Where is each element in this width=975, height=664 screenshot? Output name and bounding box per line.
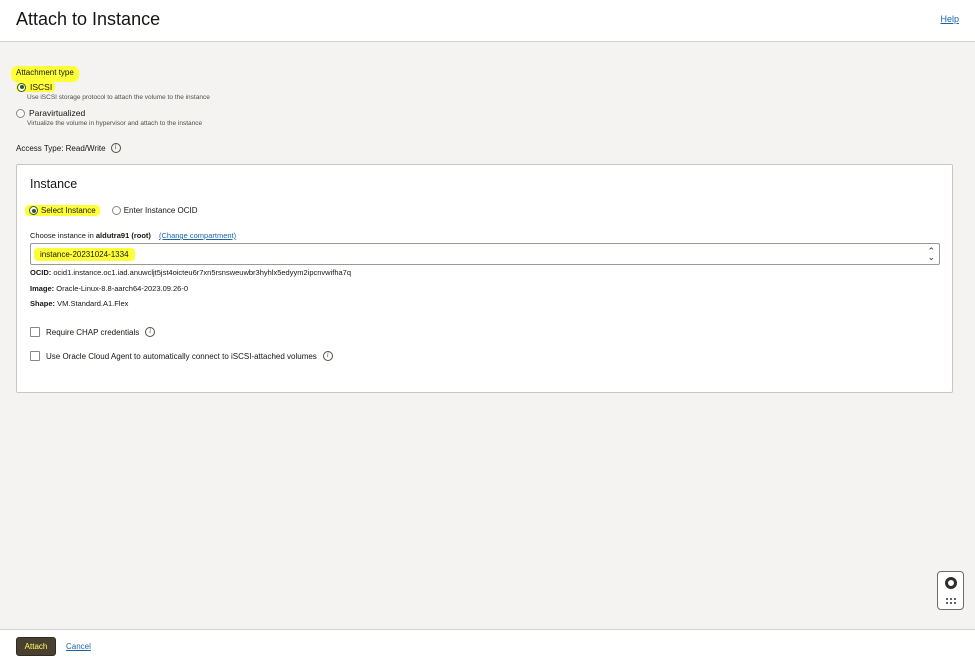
page-footer: Attach Cancel [0,629,975,664]
shape-value: VM.Standard.A1.Flex [57,299,129,308]
chap-checkbox[interactable] [30,327,40,337]
instance-panel: Instance Select Instance Enter Instance … [16,164,953,393]
cancel-link[interactable]: Cancel [66,642,91,651]
access-type-text: Access Type: Read/Write [16,143,106,153]
shape-label: Shape: [30,299,56,308]
choose-prefix: Choose instance in [30,231,94,240]
compartment-name: aldutra91 (root) [95,231,151,240]
grid-menu-icon [945,598,956,605]
cloud-agent-checkbox-label: Use Oracle Cloud Agent to automatically … [46,351,317,361]
cloud-agent-checkbox-row[interactable]: Use Oracle Cloud Agent to automatically … [30,351,333,361]
radio-unchecked-icon[interactable] [111,206,121,215]
ocid-value: ocid1.instance.oc1.iad.anuwcljt5jst4oict… [53,268,352,277]
instance-mode-selector: Select Instance Enter Instance OCID [25,205,198,216]
cloud-agent-checkbox[interactable] [30,351,40,361]
page-header: Attach to Instance Help [0,0,975,42]
radio-paravirtualized[interactable]: Paravirtualized [16,108,85,118]
radio-unchecked-icon[interactable] [16,108,25,118]
choose-instance-label: Choose instance in aldutra91 (root) (Cha… [30,231,236,240]
image-label: Image: [30,284,55,293]
radio-iscsi[interactable]: ISCSI [16,82,56,92]
ocid-detail: OCID: ocid1.instance.oc1.iad.anuwcljt5js… [30,268,351,277]
change-compartment-link[interactable]: (Change compartment) [159,231,236,240]
mode-enter-ocid[interactable]: Enter Instance OCID [111,206,198,215]
radio-iscsi-description: Use iSCSI storage protocol to attach the… [27,94,210,101]
mode-select-instance[interactable]: Select Instance [25,205,100,216]
info-icon[interactable]: i [145,327,156,337]
info-icon[interactable]: i [110,143,121,153]
image-detail: Image: Oracle-Linux-8.8-aarch64-2023.09.… [30,284,188,293]
image-value: Oracle-Linux-8.8-aarch64-2023.09.26-0 [56,284,189,293]
instance-select-value: instance-20231024-1334 [34,247,135,261]
instance-panel-title: Instance [30,177,78,191]
radio-iscsi-label: ISCSI [30,82,53,92]
attachment-type-label: Attachment type [11,66,79,82]
help-widget[interactable] [937,571,964,610]
lifebuoy-icon [944,576,957,589]
chap-checkbox-label: Require CHAP credentials [46,327,140,337]
info-icon[interactable]: i [322,351,333,361]
attach-button[interactable]: Attach [16,637,56,656]
mode-enter-ocid-label: Enter Instance OCID [123,206,198,215]
radio-checked-icon[interactable] [17,82,26,92]
radio-paravirtualized-label: Paravirtualized [29,108,86,118]
ocid-label: OCID: [30,268,52,277]
chap-checkbox-row[interactable]: Require CHAP credentials i [30,327,156,337]
radio-paravirtualized-description: Virtualize the volume in hypervisor and … [27,120,203,127]
shape-detail: Shape: VM.Standard.A1.Flex [30,299,128,308]
chevron-updown-icon: ⌃ ⌄ [927,246,935,262]
instance-select[interactable]: instance-20231024-1334 ⌃ ⌄ [30,243,940,265]
help-link[interactable]: Help [940,14,959,24]
mode-select-instance-label: Select Instance [41,206,96,215]
page-title: Attach to Instance [16,9,161,29]
access-type: Access Type: Read/Write i [16,143,121,153]
radio-checked-icon[interactable] [29,206,38,215]
